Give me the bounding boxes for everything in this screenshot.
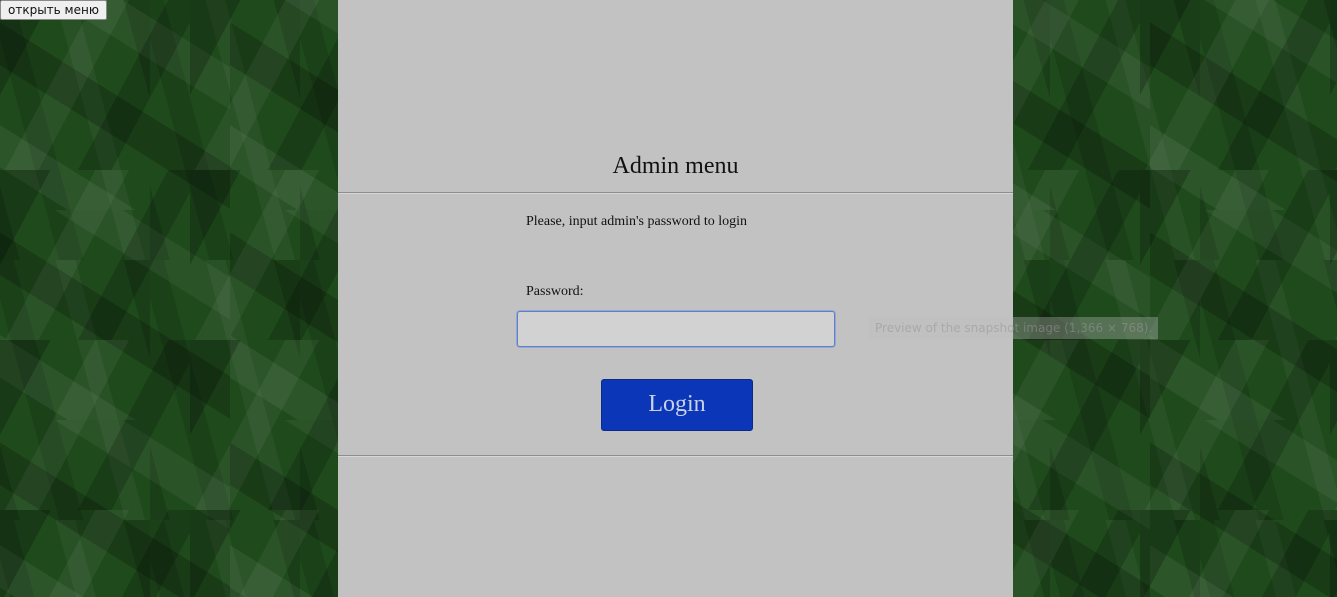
page-background: { "menu_toggle": { "label": "открыть мен… — [0, 0, 1337, 597]
login-prompt: Please, input admin's password to login — [526, 214, 748, 229]
page-title: Admin menu — [612, 153, 739, 179]
login-button[interactable]: Login — [601, 379, 753, 431]
password-input[interactable] — [517, 311, 835, 347]
password-label: Password: — [526, 284, 584, 299]
open-menu-button[interactable]: открыть меню — [0, 0, 107, 20]
admin-panel: Admin menu Please, input admin's passwor… — [338, 0, 1013, 597]
title-divider — [338, 192, 1013, 194]
form-divider — [338, 455, 1013, 457]
